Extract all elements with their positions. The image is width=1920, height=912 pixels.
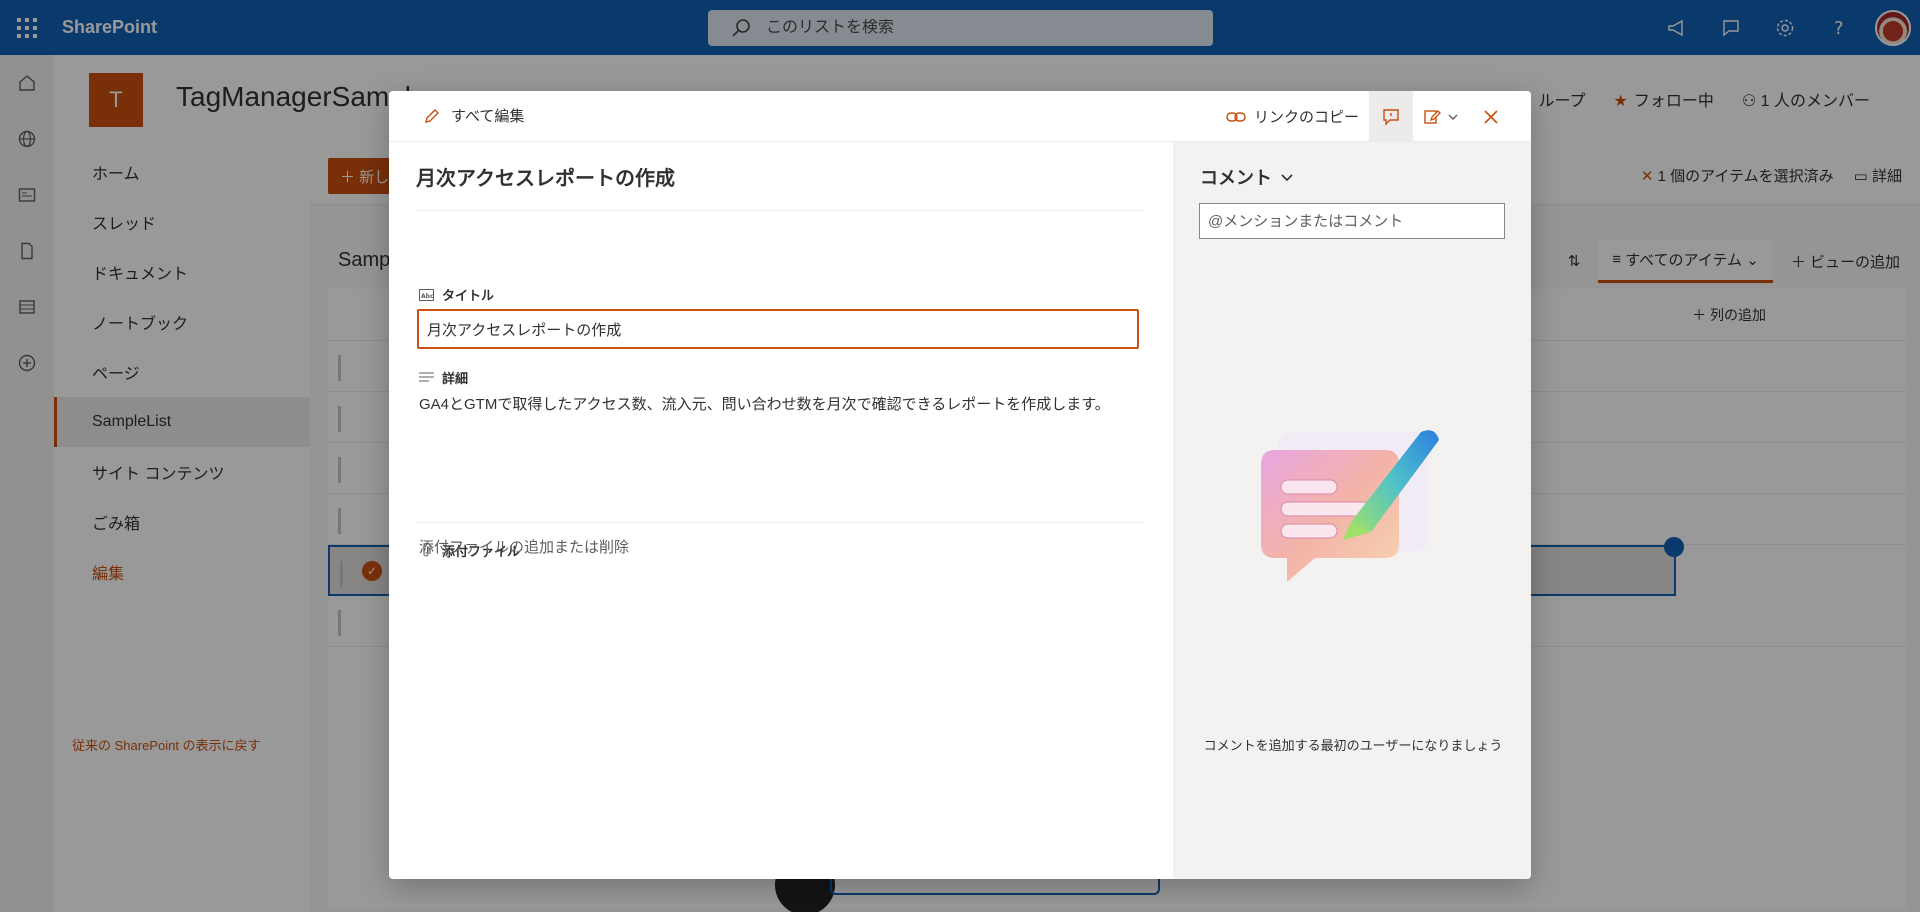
chevron-down-icon [1448,114,1458,120]
description-value[interactable]: GA4とGTMで取得したアクセス数、流入元、問い合わせ数を月次で確認できるレポー… [419,394,1119,416]
pencil-icon [425,108,439,123]
title-label-text: タイトル [442,288,495,303]
add-attachment-link[interactable]: 添付ファイルの追加または削除 [419,536,629,557]
item-dialog: すべて編集 リンクのコピー 月次アクセスレポートの作成 Abc タイトル 月次ア… [389,91,1531,879]
title-input[interactable] [417,309,1139,349]
copy-link-label: リンクのコピー [1253,109,1359,126]
svg-text:Abc: Abc [421,293,434,300]
edit-form-icon [1424,109,1441,124]
link-icon [1226,111,1246,122]
chevron-down-icon [1281,174,1293,182]
item-title-heading: 月次アクセスレポートの作成 [416,168,675,190]
comments-header-label: コメント [1200,168,1272,188]
edit-form-button[interactable] [1413,91,1469,142]
title-field-label: Abc タイトル [418,285,494,304]
comment-illustration-icon [1261,430,1439,582]
edit-all-button[interactable]: すべて編集 [423,105,524,126]
divider [416,522,1144,523]
item-form: 月次アクセスレポートの作成 Abc タイトル 詳細 GA4とGTMで取得したアク… [389,142,1173,879]
comments-empty-message: コメントを追加する最初のユーザーになりましょう [1203,738,1503,753]
text-field-icon: Abc [418,288,434,302]
comment-input[interactable] [1199,203,1505,239]
divider [416,210,1144,211]
copy-link-button[interactable]: リンクのコピー [1216,91,1369,142]
description-field-label: 詳細 [418,368,468,387]
close-dialog-button[interactable] [1469,91,1513,142]
comment-icon [1383,108,1399,126]
multiline-text-icon [418,371,434,385]
edit-all-label: すべて編集 [451,108,525,125]
dialog-toolbar: すべて編集 リンクのコピー [389,91,1531,142]
comments-pane: コメント @メンションまたはコメント コメントを追加する最初のユーザーになりまし… [1173,142,1531,879]
comments-toggle-button[interactable] [1369,91,1413,142]
comments-header[interactable]: コメント [1200,164,1294,190]
description-label-text: 詳細 [442,371,469,386]
close-icon [1484,109,1498,124]
